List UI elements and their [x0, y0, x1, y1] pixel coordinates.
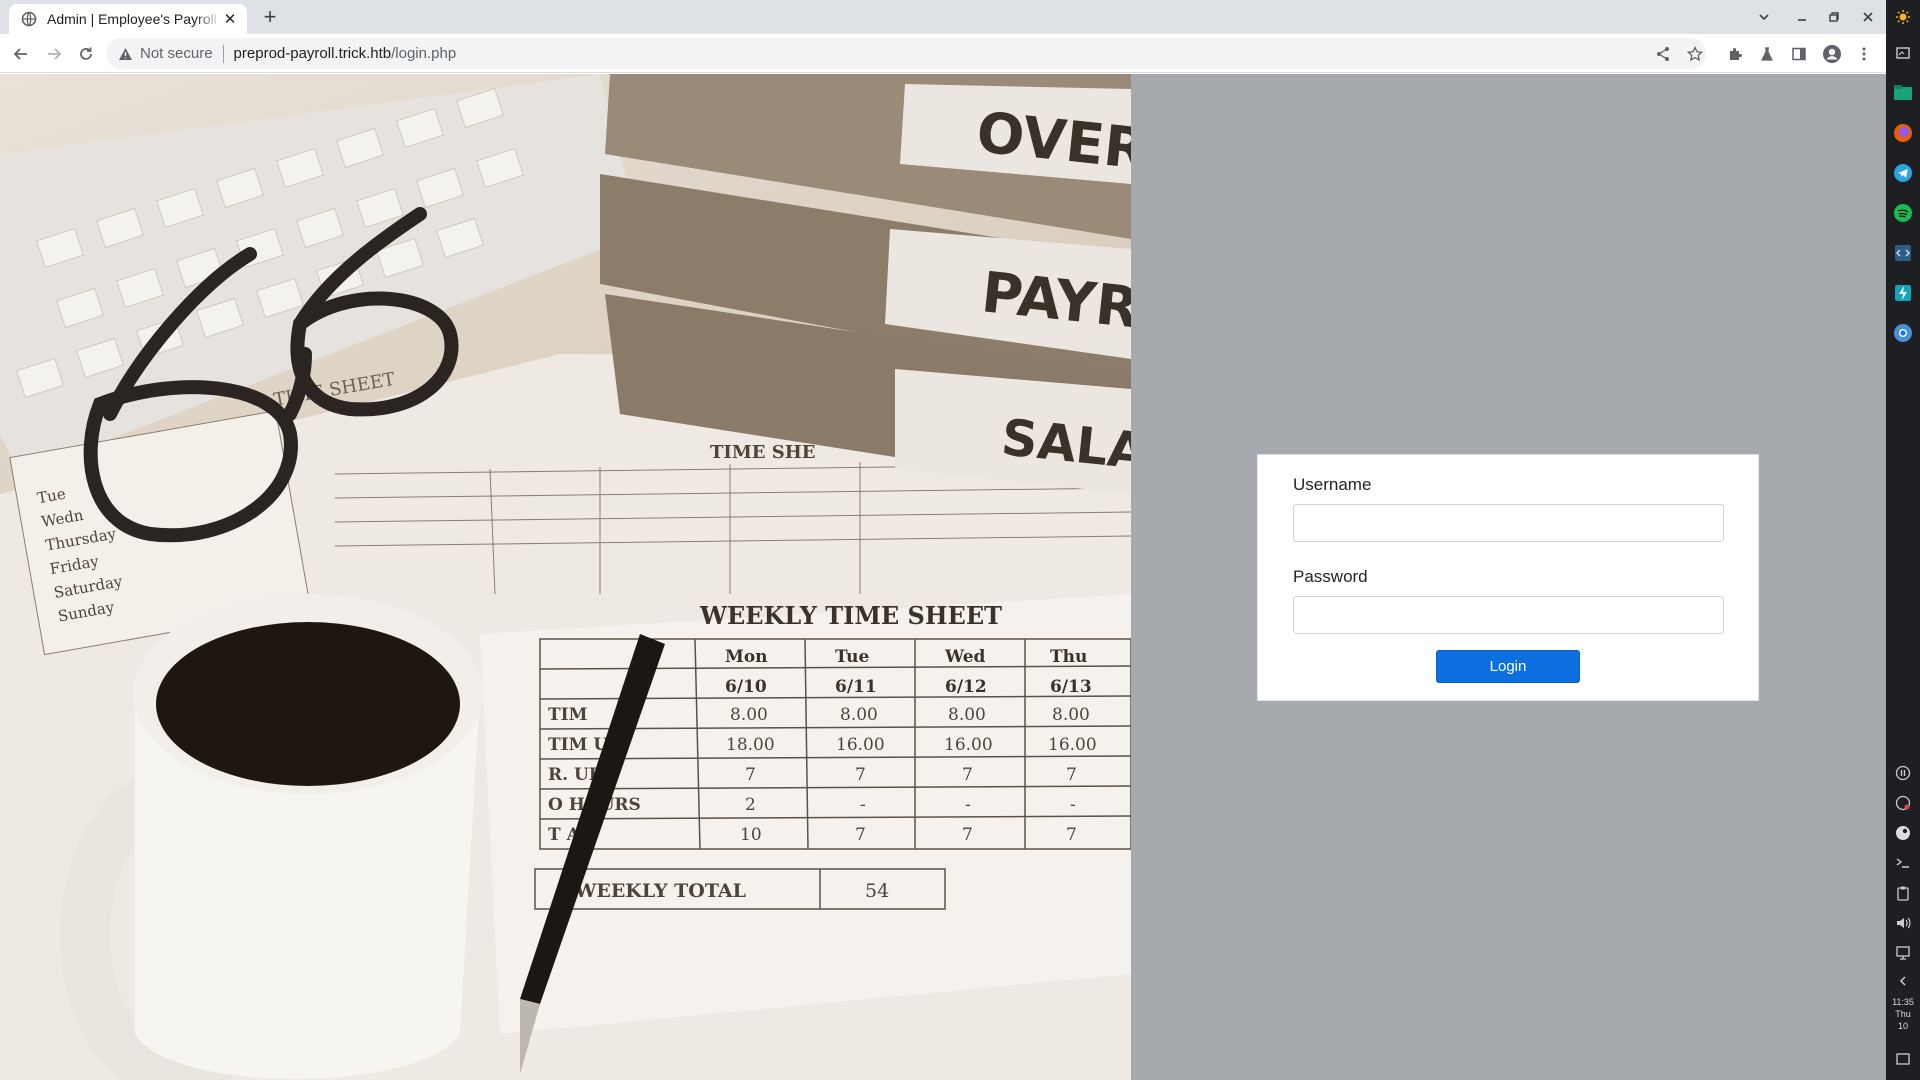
login-button[interactable]: Login: [1436, 650, 1580, 683]
close-icon[interactable]: ✕: [221, 10, 239, 28]
coffee-mug: [60, 594, 483, 1080]
cell: -: [1070, 795, 1076, 815]
username-label: Username: [1293, 475, 1372, 494]
chrome-icon[interactable]: [1890, 320, 1916, 346]
weekly-total-label: WEEKLY TOTAL: [574, 880, 746, 902]
cell: 16.00: [836, 735, 885, 755]
date-header: 6/10: [725, 677, 767, 697]
arrow-left-icon[interactable]: [9, 42, 33, 66]
update-icon[interactable]: [1890, 790, 1916, 816]
cell: 16.00: [1048, 735, 1097, 755]
password-input[interactable]: [1293, 596, 1724, 634]
clock-date: 10: [1897, 1021, 1908, 1031]
puzzle-icon[interactable]: [1723, 42, 1747, 66]
url-path: /login.php: [391, 45, 457, 62]
login-form: Username Password Login: [1257, 454, 1759, 701]
browser-tab-active[interactable]: Admin | Employee's Payroll Management Sy…: [9, 4, 247, 34]
day-header: Tue: [835, 647, 869, 667]
cell: 10: [740, 825, 762, 845]
day-header: Thu: [1050, 647, 1087, 667]
kebab-menu-icon[interactable]: [1852, 42, 1876, 66]
arrow-right-icon[interactable]: [42, 42, 66, 66]
system-clock[interactable]: 11:35 Thu 10: [1886, 996, 1920, 1032]
lightning-icon[interactable]: [1890, 280, 1916, 306]
workspace-icon[interactable]: [1890, 40, 1916, 66]
row-label: TIM: [548, 705, 588, 725]
code-editor-icon[interactable]: [1890, 240, 1916, 266]
weekly-total-value: 54: [865, 880, 889, 902]
hero-image: TIME SHEET Tue Wedn Thursday Friday Satu…: [0, 74, 1131, 1080]
show-desktop-icon[interactable]: [1890, 1046, 1916, 1072]
side-panel-icon[interactable]: [1787, 42, 1811, 66]
cell: 18.00: [726, 735, 775, 755]
password-label: Password: [1293, 567, 1368, 586]
cell: 7: [855, 825, 866, 845]
date-header: 6/12: [945, 677, 987, 697]
clipboard-icon[interactable]: [1890, 880, 1916, 906]
share-icon[interactable]: [1651, 42, 1675, 66]
cell: 8.00: [948, 705, 986, 725]
cell: -: [860, 795, 866, 815]
date-header: 6/13: [1050, 677, 1092, 697]
profile-icon[interactable]: [1820, 42, 1844, 66]
cell: 2: [745, 795, 756, 815]
cell: 16.00: [944, 735, 993, 755]
date-header: 6/11: [835, 677, 877, 697]
steam-icon[interactable]: [1890, 820, 1916, 846]
network-icon[interactable]: [1890, 940, 1916, 966]
page-viewport: TIME SHEET Tue Wedn Thursday Friday Satu…: [0, 74, 1886, 1080]
browser-toolbar: Not secure preprod-payroll.trick.htb/log…: [0, 34, 1886, 73]
spotify-icon[interactable]: [1890, 200, 1916, 226]
telegram-icon[interactable]: [1890, 160, 1916, 186]
restore-icon[interactable]: [1822, 6, 1846, 28]
day-header: Wed: [944, 647, 986, 667]
plus-icon[interactable]: +: [258, 6, 282, 30]
volume-icon[interactable]: [1890, 910, 1916, 936]
warning-icon[interactable]: [116, 45, 134, 63]
url-host: preprod-payroll.trick.htb: [233, 45, 392, 62]
day-header: Mon: [725, 647, 768, 667]
star-icon[interactable]: [1683, 42, 1707, 66]
weekly-sheet-title: WEEKLY TIME SHEET: [699, 601, 1002, 630]
chevron-down-icon[interactable]: [1752, 6, 1776, 28]
cell: 7: [745, 765, 756, 785]
screen: Admin | Employee's Payroll Management Sy…: [0, 0, 1920, 1080]
cell: 8.00: [840, 705, 878, 725]
cell: 7: [1066, 765, 1077, 785]
divider: [222, 44, 224, 63]
cell: 8.00: [1052, 705, 1090, 725]
reload-icon[interactable]: [74, 42, 98, 66]
tab-title: Admin | Employee's Payroll Management Sy…: [47, 11, 221, 27]
flask-icon[interactable]: [1755, 42, 1779, 66]
clock-day: Thu: [1895, 1009, 1911, 1019]
sheet-title: TIME SHE: [710, 442, 815, 463]
file-manager-icon[interactable]: [1890, 80, 1916, 106]
cell: 7: [962, 825, 973, 845]
window-close-icon[interactable]: [1856, 6, 1880, 28]
cell: 7: [1066, 825, 1077, 845]
cell: -: [965, 795, 971, 815]
tab-strip: Admin | Employee's Payroll Management Sy…: [0, 0, 1886, 34]
sun-icon[interactable]: [1890, 4, 1916, 30]
os-side-panel: 11:35 Thu 10: [1886, 0, 1920, 1080]
terminal-icon[interactable]: [1890, 850, 1916, 876]
minimize-icon[interactable]: [1790, 6, 1814, 28]
cell: 7: [855, 765, 866, 785]
security-status[interactable]: Not secure: [140, 45, 213, 62]
pause-icon[interactable]: [1890, 760, 1916, 786]
cell: 7: [962, 765, 973, 785]
firefox-icon[interactable]: [1890, 120, 1916, 146]
browser-window: Admin | Employee's Payroll Management Sy…: [0, 0, 1886, 1080]
cell: 8.00: [730, 705, 768, 725]
chevron-left-icon[interactable]: [1890, 968, 1916, 994]
clock-time: 11:35: [1892, 997, 1914, 1007]
address-bar[interactable]: Not secure preprod-payroll.trick.htb/log…: [106, 38, 1706, 69]
username-input[interactable]: [1293, 504, 1724, 542]
globe-icon: [21, 11, 37, 27]
